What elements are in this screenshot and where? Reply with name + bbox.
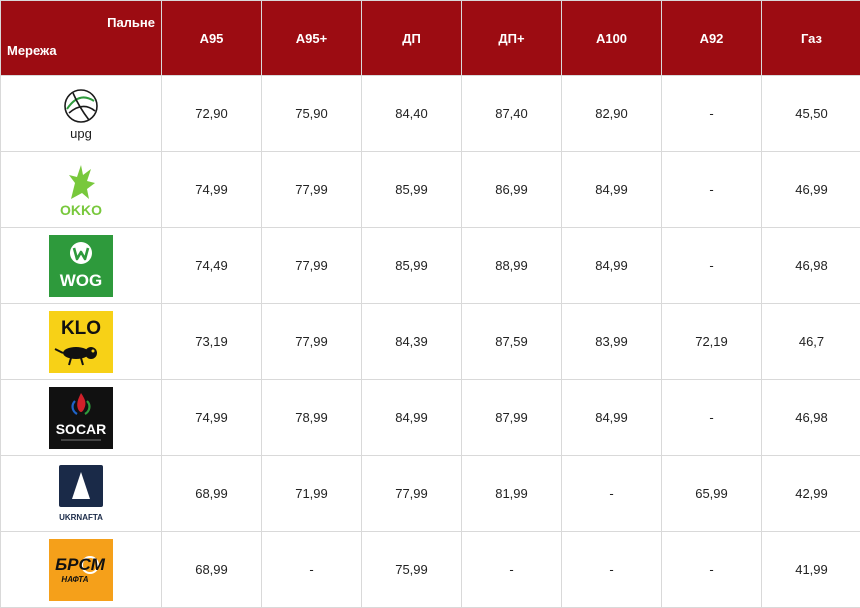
price-cell: 88,99	[462, 228, 562, 304]
price-cell: 87,40	[462, 76, 562, 152]
price-cell: 84,39	[362, 304, 462, 380]
svg-text:SOCAR: SOCAR	[56, 421, 107, 437]
price-cell: 85,99	[362, 228, 462, 304]
klo-logo-icon: KLO	[49, 311, 113, 373]
price-cell: -	[662, 76, 762, 152]
price-cell: 84,99	[362, 380, 462, 456]
price-cell: 72,90	[162, 76, 262, 152]
price-cell: 86,99	[462, 152, 562, 228]
price-cell: 78,99	[262, 380, 362, 456]
brand-logo-cell: WOG	[1, 228, 162, 304]
price-cell: 74,99	[162, 152, 262, 228]
svg-text:upg: upg	[70, 126, 92, 141]
svg-text:БРСМ: БРСМ	[55, 555, 106, 574]
price-cell: -	[562, 532, 662, 608]
svg-text:UKRNAFTA: UKRNAFTA	[59, 513, 103, 522]
price-cell: 46,98	[762, 380, 860, 456]
brand-logo-cell: KLO	[1, 304, 162, 380]
price-cell: 73,19	[162, 304, 262, 380]
price-cell: -	[662, 380, 762, 456]
price-cell: 46,98	[762, 228, 860, 304]
fuel-price-table: Пальне Мережа А95 А95+ ДП ДП+ А100 А92 Г…	[0, 0, 860, 608]
table-row: KLO 73,19 77,99 84,39 87,59 83,99 72,19 …	[1, 304, 860, 380]
price-cell: 84,99	[562, 228, 662, 304]
svg-text:KLO: KLO	[61, 318, 101, 339]
price-cell: -	[662, 228, 762, 304]
svg-text:НАФТА: НАФТА	[61, 575, 88, 584]
header-row: Пальне Мережа А95 А95+ ДП ДП+ А100 А92 Г…	[1, 1, 860, 76]
price-cell: 74,49	[162, 228, 262, 304]
price-cell: 65,99	[662, 456, 762, 532]
price-cell: 85,99	[362, 152, 462, 228]
price-cell: 68,99	[162, 532, 262, 608]
column-header-dp-plus: ДП+	[462, 1, 562, 76]
fuel-caption: Пальне	[107, 15, 155, 30]
price-cell: 84,99	[562, 152, 662, 228]
price-cell: 77,99	[362, 456, 462, 532]
wog-logo-icon: WOG	[49, 235, 113, 297]
brand-logo-cell: upg	[1, 76, 162, 152]
price-cell: -	[662, 152, 762, 228]
table-row: БРСМ НАФТА 68,99 - 75,99 - - - 41,99	[1, 532, 860, 608]
brsm-logo-icon: БРСМ НАФТА	[49, 539, 113, 601]
upg-logo-icon: upg	[49, 83, 113, 145]
price-cell: 77,99	[262, 304, 362, 380]
column-header-gas: Газ	[762, 1, 860, 76]
price-cell: 74,99	[162, 380, 262, 456]
price-cell: -	[462, 532, 562, 608]
price-cell: 46,99	[762, 152, 860, 228]
price-cell: 41,99	[762, 532, 860, 608]
price-cell: 77,99	[262, 152, 362, 228]
price-cell: 46,7	[762, 304, 860, 380]
price-cell: -	[562, 456, 662, 532]
column-header-a100: А100	[562, 1, 662, 76]
brand-logo-cell: UKRNAFTA	[1, 456, 162, 532]
ukrnafta-logo-icon: UKRNAFTA	[49, 463, 113, 525]
price-cell: 42,99	[762, 456, 860, 532]
brand-logo-cell: OKKO	[1, 152, 162, 228]
price-cell: 72,19	[662, 304, 762, 380]
price-cell: 82,90	[562, 76, 662, 152]
price-cell: 87,99	[462, 380, 562, 456]
price-cell: 77,99	[262, 228, 362, 304]
table-row: WOG 74,49 77,99 85,99 88,99 84,99 - 46,9…	[1, 228, 860, 304]
price-cell: 68,99	[162, 456, 262, 532]
column-header-a95-plus: А95+	[262, 1, 362, 76]
price-cell: 87,59	[462, 304, 562, 380]
price-cell: 75,90	[262, 76, 362, 152]
column-header-a95: А95	[162, 1, 262, 76]
price-cell: 45,50	[762, 76, 860, 152]
column-header-a92: А92	[662, 1, 762, 76]
price-cell: 83,99	[562, 304, 662, 380]
column-header-dp: ДП	[362, 1, 462, 76]
socar-logo-icon: SOCAR	[49, 387, 113, 449]
corner-header: Пальне Мережа	[1, 1, 162, 76]
svg-text:WOG: WOG	[60, 271, 103, 290]
table-row: UKRNAFTA 68,99 71,99 77,99 81,99 - 65,99…	[1, 456, 860, 532]
price-cell: -	[662, 532, 762, 608]
price-cell: 71,99	[262, 456, 362, 532]
table-row: SOCAR 74,99 78,99 84,99 87,99 84,99 - 46…	[1, 380, 860, 456]
price-cell: 84,99	[562, 380, 662, 456]
network-caption: Мережа	[7, 43, 57, 58]
brand-logo-cell: БРСМ НАФТА	[1, 532, 162, 608]
price-cell: 84,40	[362, 76, 462, 152]
okko-logo-icon: OKKO	[49, 159, 113, 221]
price-cell: -	[262, 532, 362, 608]
price-cell: 81,99	[462, 456, 562, 532]
brand-logo-cell: SOCAR	[1, 380, 162, 456]
price-cell: 75,99	[362, 532, 462, 608]
table-row: OKKO 74,99 77,99 85,99 86,99 84,99 - 46,…	[1, 152, 860, 228]
svg-text:OKKO: OKKO	[60, 202, 102, 218]
table-row: upg 72,90 75,90 84,40 87,40 82,90 - 45,5…	[1, 76, 860, 152]
